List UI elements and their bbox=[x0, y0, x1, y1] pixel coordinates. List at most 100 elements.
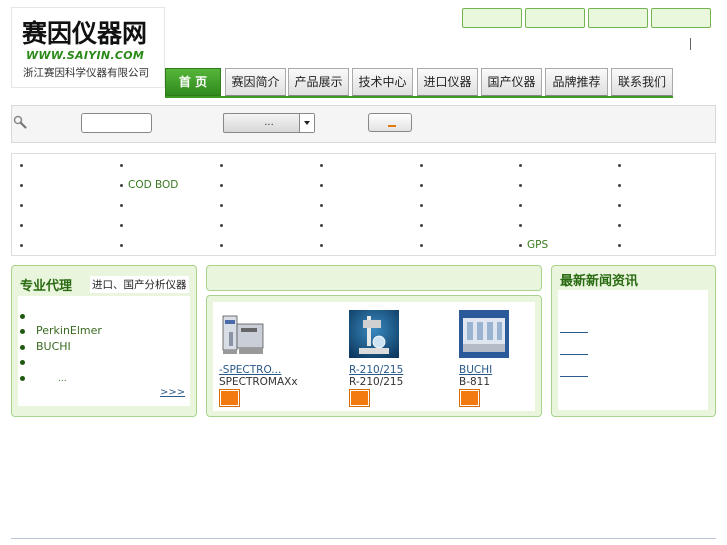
product-model: SPECTROMAXx bbox=[219, 376, 298, 388]
category-item[interactable] bbox=[618, 219, 626, 231]
bullet-icon bbox=[320, 243, 323, 247]
nav-products[interactable]: 产品展示 bbox=[288, 68, 349, 96]
rotary-evaporator-icon[interactable] bbox=[349, 310, 399, 358]
category-select[interactable]: ... bbox=[223, 113, 315, 133]
category-item[interactable] bbox=[120, 159, 128, 171]
product-model: B-811 bbox=[459, 376, 491, 388]
bullet-icon bbox=[220, 163, 223, 167]
category-item[interactable] bbox=[20, 159, 28, 171]
bullet-icon bbox=[519, 183, 522, 187]
category-item[interactable] bbox=[120, 219, 128, 231]
category-item[interactable] bbox=[420, 179, 428, 191]
bullet-icon bbox=[20, 375, 25, 381]
category-item[interactable] bbox=[320, 219, 328, 231]
category-item[interactable] bbox=[20, 239, 28, 251]
agent-panel-subtitle: 进口、国产分析仪器 bbox=[90, 276, 189, 293]
bullet-icon bbox=[618, 223, 621, 227]
site-logo[interactable]: 赛因仪器网 WWW.SAIYIN.COM 浙江赛因科学仪器有限公司 bbox=[11, 7, 165, 88]
category-item[interactable] bbox=[20, 179, 28, 191]
bullet-icon bbox=[20, 203, 23, 207]
nav-about[interactable]: 赛因简介 bbox=[225, 68, 286, 96]
spectrometer-icon[interactable] bbox=[219, 310, 269, 358]
category-item[interactable] bbox=[420, 159, 428, 171]
category-item[interactable] bbox=[420, 239, 428, 251]
bullet-icon bbox=[120, 183, 123, 187]
bullet-icon bbox=[220, 243, 223, 247]
product-name[interactable]: R-210/215 bbox=[349, 364, 403, 376]
agent-item[interactable] bbox=[20, 309, 36, 322]
category-item[interactable] bbox=[519, 199, 527, 211]
news-item-link[interactable] bbox=[560, 354, 588, 355]
logo-name: 赛因仪器网 bbox=[22, 19, 148, 48]
extraction-unit-icon[interactable] bbox=[459, 310, 509, 358]
product-name[interactable]: -SPECTRO... bbox=[219, 364, 281, 376]
divider bbox=[690, 38, 691, 50]
products-header bbox=[206, 265, 542, 291]
category-item[interactable] bbox=[618, 159, 626, 171]
product-name[interactable]: BUCHI bbox=[459, 364, 492, 376]
agent-more-link[interactable]: >>> bbox=[160, 387, 185, 398]
bullet-icon bbox=[20, 163, 23, 167]
category-item[interactable] bbox=[420, 219, 428, 231]
nav-imported[interactable]: 进口仪器 bbox=[417, 68, 478, 96]
category-item[interactable] bbox=[20, 219, 28, 231]
bullet-icon bbox=[320, 183, 323, 187]
category-item[interactable] bbox=[519, 219, 527, 231]
category-item[interactable] bbox=[519, 179, 527, 191]
category-item[interactable] bbox=[220, 179, 228, 191]
category-item[interactable] bbox=[320, 199, 328, 211]
logo-url: WWW.SAIYIN.COM bbox=[26, 49, 145, 62]
top-button-3[interactable] bbox=[588, 8, 648, 28]
nav-brands[interactable]: 品牌推荐 bbox=[545, 68, 608, 96]
new-badge bbox=[460, 390, 479, 406]
category-item[interactable] bbox=[120, 199, 128, 211]
news-item-link[interactable] bbox=[560, 332, 588, 333]
top-button-4[interactable] bbox=[651, 8, 711, 28]
nav-domestic[interactable]: 国产仪器 bbox=[481, 68, 542, 96]
bullet-icon bbox=[618, 203, 621, 207]
category-item[interactable] bbox=[420, 199, 428, 211]
agent-item[interactable]: PerkinElmer bbox=[20, 324, 102, 337]
category-item[interactable]: GPS bbox=[519, 239, 548, 251]
bullet-icon bbox=[20, 223, 23, 227]
category-item[interactable] bbox=[220, 219, 228, 231]
agent-item[interactable]: BUCHI bbox=[20, 340, 71, 353]
news-panel-title: 最新新闻资讯 bbox=[560, 274, 639, 289]
top-button-1[interactable] bbox=[462, 8, 522, 28]
category-item[interactable] bbox=[320, 239, 328, 251]
category-item[interactable] bbox=[20, 199, 28, 211]
chevron-down-icon[interactable] bbox=[299, 114, 314, 132]
category-item[interactable] bbox=[320, 159, 328, 171]
bullet-icon bbox=[420, 243, 423, 247]
bullet-icon bbox=[618, 243, 621, 247]
category-item[interactable] bbox=[120, 239, 128, 251]
agent-item[interactable]: ... bbox=[20, 371, 67, 384]
category-item[interactable]: COD BOD bbox=[120, 179, 178, 191]
category-item[interactable] bbox=[320, 179, 328, 191]
top-button-2[interactable] bbox=[525, 8, 585, 28]
category-item[interactable] bbox=[220, 199, 228, 211]
search-input[interactable] bbox=[81, 113, 152, 133]
category-item[interactable] bbox=[618, 199, 626, 211]
bullet-icon bbox=[20, 243, 23, 247]
bullet-icon bbox=[20, 183, 23, 187]
nav-contact[interactable]: 联系我们 bbox=[611, 68, 673, 96]
category-item[interactable] bbox=[618, 239, 626, 251]
bullet-icon bbox=[20, 313, 25, 319]
news-panel-body bbox=[558, 290, 708, 410]
category-item[interactable] bbox=[220, 159, 228, 171]
bullet-icon bbox=[519, 163, 522, 167]
bullet-icon bbox=[220, 183, 223, 187]
search-button[interactable] bbox=[368, 113, 412, 132]
category-item[interactable] bbox=[519, 159, 527, 171]
agent-item[interactable] bbox=[20, 355, 36, 368]
news-item-link[interactable] bbox=[560, 376, 588, 377]
category-item[interactable] bbox=[220, 239, 228, 251]
nav-tech-center[interactable]: 技术中心 bbox=[352, 68, 413, 96]
nav-home[interactable]: 首 页 bbox=[165, 68, 221, 96]
bullet-icon bbox=[420, 183, 423, 187]
category-item[interactable] bbox=[618, 179, 626, 191]
product-model: R-210/215 bbox=[349, 376, 404, 388]
category-grid bbox=[11, 153, 716, 256]
footer-divider bbox=[11, 538, 716, 539]
